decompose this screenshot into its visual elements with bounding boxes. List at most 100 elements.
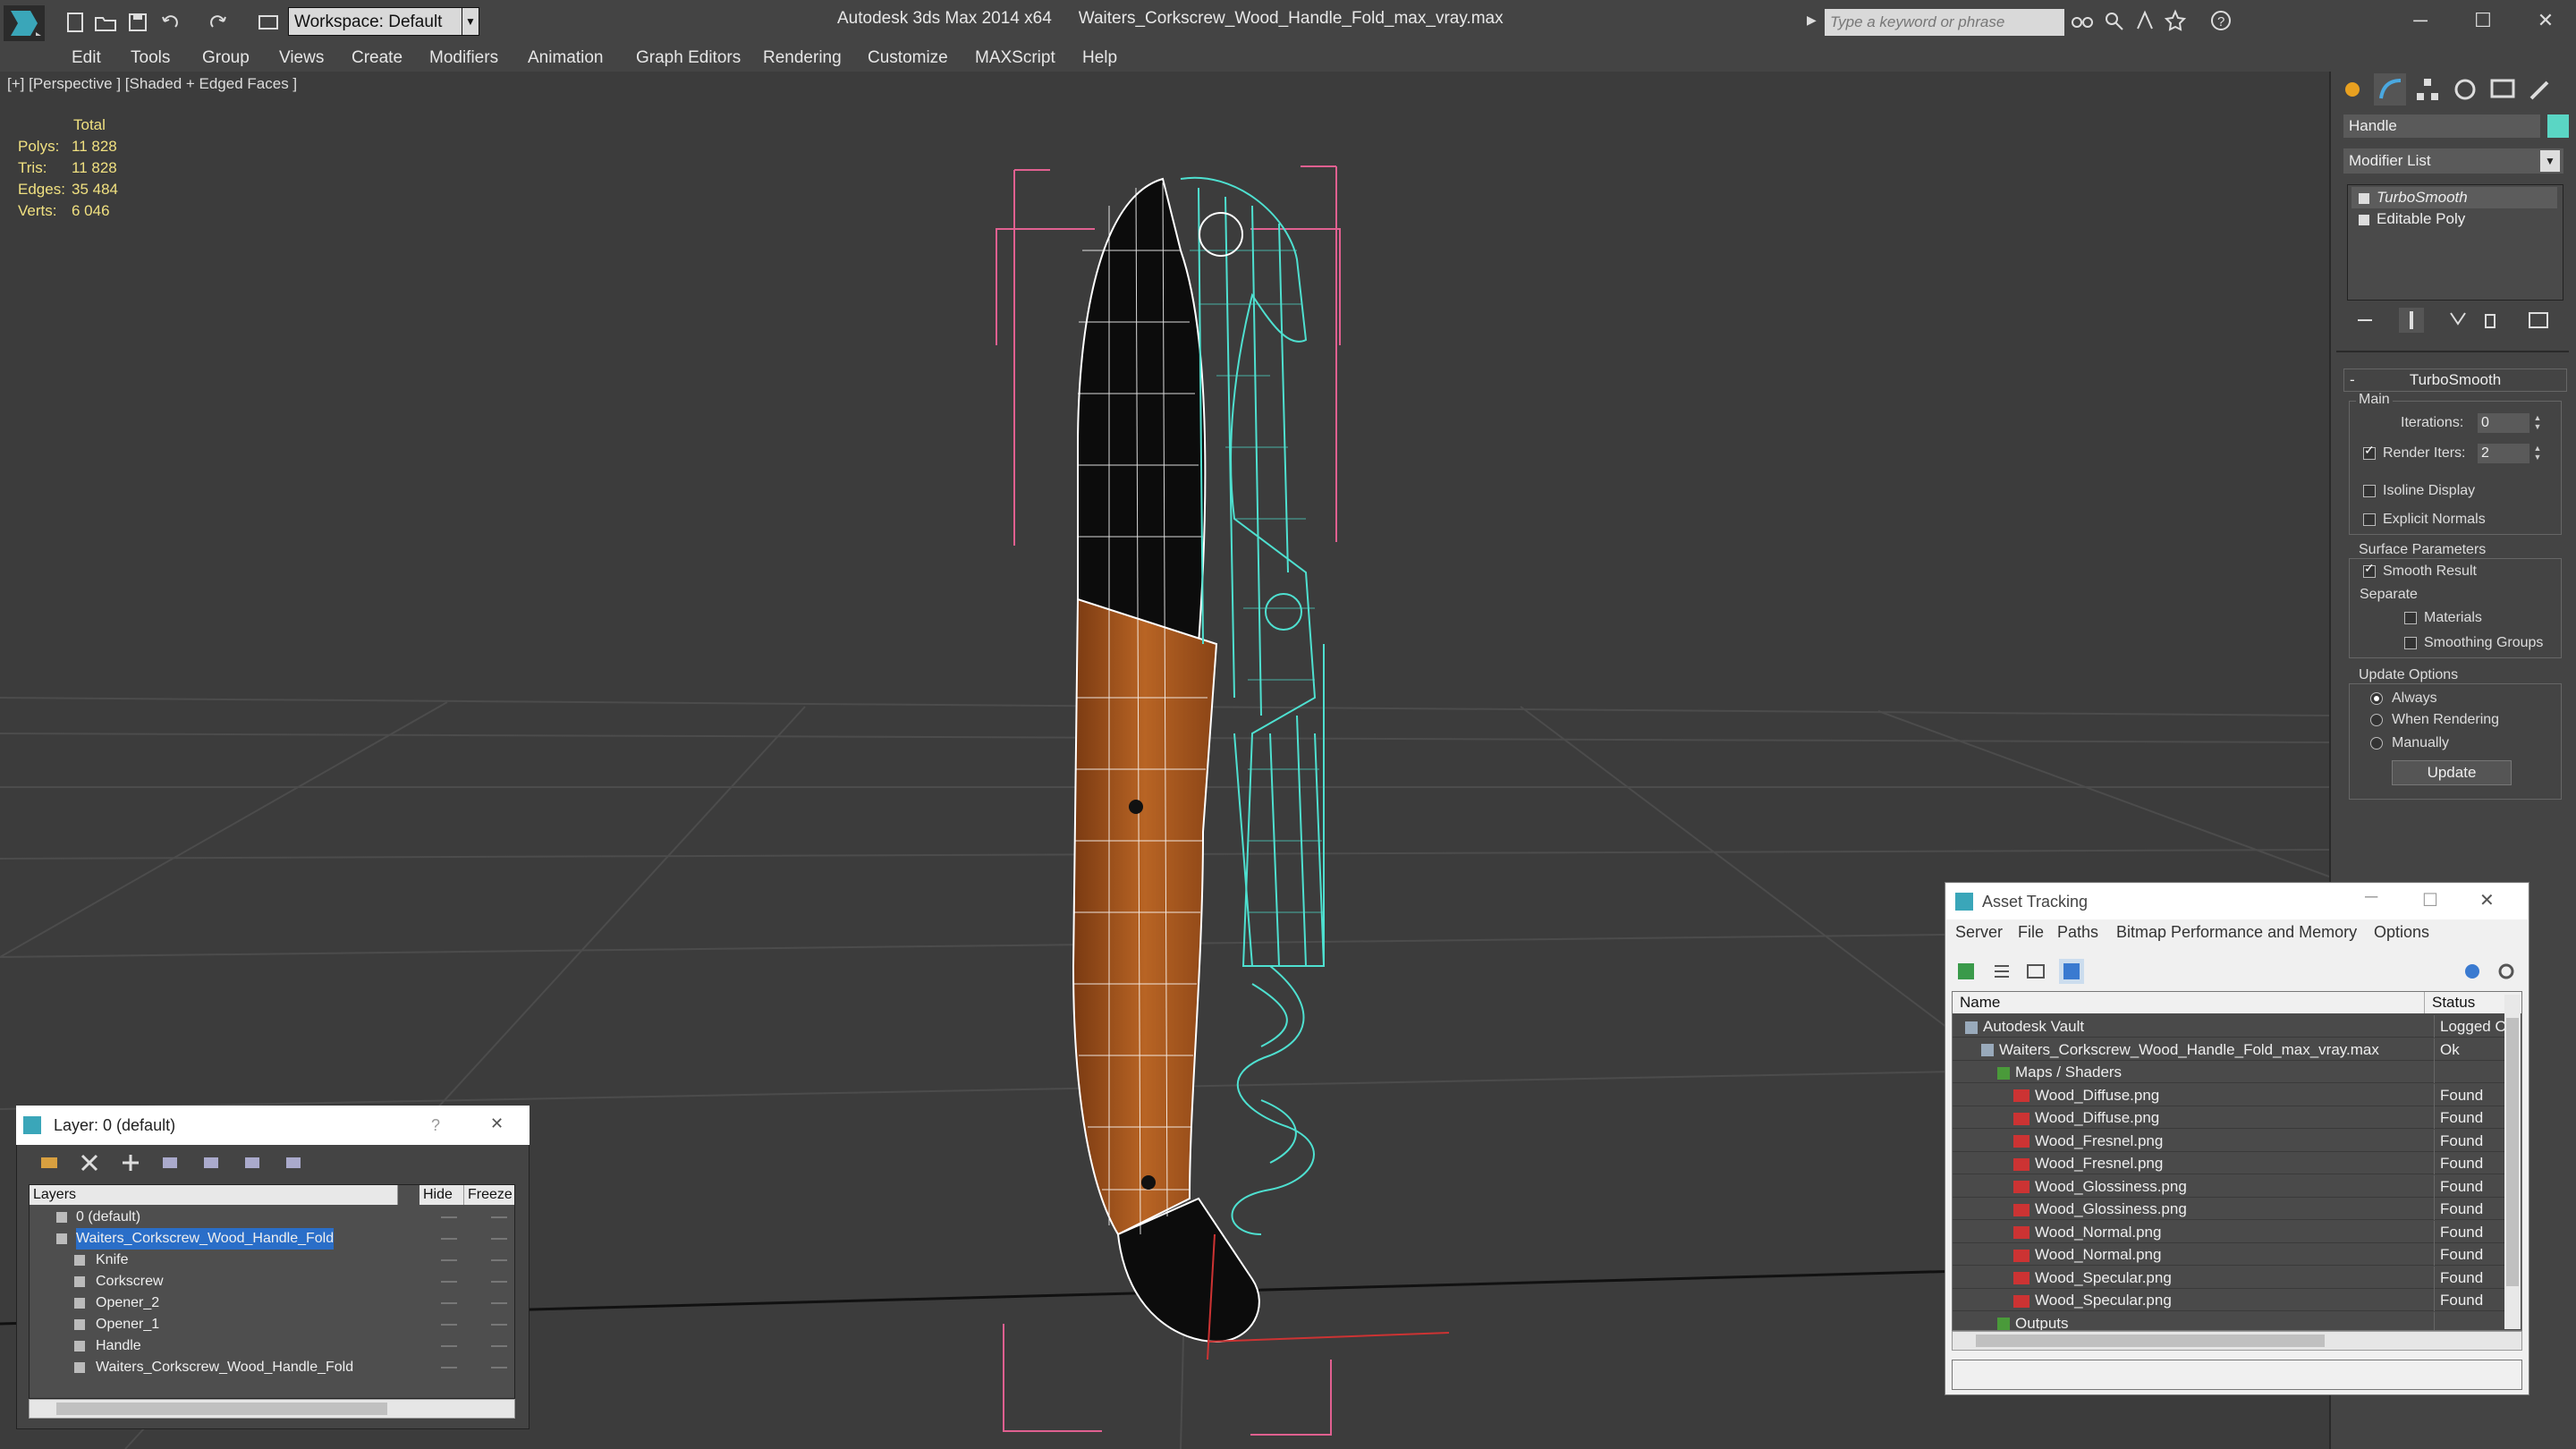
- maximize-icon[interactable]: ☐: [2456, 5, 2510, 36]
- modify-tab-icon[interactable]: [2374, 73, 2406, 106]
- hide-unhide-all-icon[interactable]: [281, 1150, 306, 1175]
- layer-row[interactable]: Corkscrew: [30, 1271, 514, 1292]
- menu-views[interactable]: Views: [279, 48, 324, 68]
- toggle-dash[interactable]: [441, 1216, 457, 1218]
- asset-menu-bitmap-performance[interactable]: Bitmap Performance and Memory: [2116, 923, 2357, 942]
- asset-row[interactable]: Wood_Normal.png Found: [1953, 1243, 2507, 1266]
- asset-row[interactable]: Wood_Glossiness.png Found: [1953, 1198, 2507, 1220]
- layer-row[interactable]: Handle: [30, 1335, 514, 1357]
- pin-stack-icon[interactable]: [2352, 308, 2377, 333]
- object-color-swatch[interactable]: [2547, 114, 2569, 138]
- asset-row[interactable]: Wood_Fresnel.png Found: [1953, 1152, 2507, 1174]
- stack-item-turbosmooth[interactable]: TurboSmooth: [2351, 187, 2557, 208]
- thumbnail-view-icon[interactable]: [2023, 959, 2048, 984]
- asset-row[interactable]: Maps / Shaders: [1953, 1061, 2507, 1083]
- rollout-collapse-icon[interactable]: -: [2350, 369, 2355, 391]
- menu-modifiers[interactable]: Modifiers: [429, 48, 498, 68]
- create-layer-icon[interactable]: [38, 1150, 63, 1175]
- toggle-dash[interactable]: [441, 1302, 457, 1304]
- settings-icon[interactable]: [2494, 959, 2519, 984]
- iterations-spinner[interactable]: 0: [2478, 413, 2529, 433]
- minimize-icon[interactable]: ─: [2394, 5, 2447, 36]
- viewport-label[interactable]: [+] [Perspective ] [Shaded + Edged Faces…: [7, 75, 297, 93]
- search-expand-icon[interactable]: ▶: [1807, 13, 1819, 34]
- toggle-dash[interactable]: [491, 1345, 507, 1347]
- layer-row[interactable]: Waiters_Corkscrew_Wood_Handle_Fold: [30, 1357, 514, 1378]
- remove-modifier-icon[interactable]: [2478, 308, 2503, 333]
- asset-row[interactable]: Wood_Fresnel.png Found: [1953, 1129, 2507, 1152]
- asset-row[interactable]: Wood_Specular.png Found: [1953, 1289, 2507, 1311]
- toggle-dash[interactable]: [441, 1345, 457, 1347]
- menu-graph-editors[interactable]: Graph Editors: [636, 48, 741, 68]
- communication-center-icon[interactable]: [2132, 9, 2157, 32]
- turbosmooth-rollout-header[interactable]: - TurboSmooth: [2343, 369, 2567, 392]
- maximize-icon[interactable]: ☐: [2422, 889, 2438, 911]
- layer-row[interactable]: 0 (default): [30, 1207, 514, 1228]
- save-icon[interactable]: [125, 11, 150, 34]
- toggle-dash[interactable]: [441, 1367, 457, 1368]
- make-unique-icon[interactable]: [2445, 308, 2470, 333]
- menu-rendering[interactable]: Rendering: [763, 48, 842, 68]
- asset-menu-paths[interactable]: Paths: [2057, 923, 2098, 942]
- toggle-dash[interactable]: [491, 1281, 507, 1283]
- delete-layer-icon[interactable]: [77, 1150, 102, 1175]
- asset-row[interactable]: Wood_Diffuse.png Found: [1953, 1106, 2507, 1129]
- list-view-icon[interactable]: [1989, 959, 2014, 984]
- help-icon[interactable]: ?: [431, 1116, 440, 1135]
- layer-horizontal-scrollbar[interactable]: [29, 1399, 515, 1419]
- toggle-dash[interactable]: [491, 1216, 507, 1218]
- asset-row[interactable]: Wood_Normal.png Found: [1953, 1220, 2507, 1243]
- toggle-dash[interactable]: [441, 1281, 457, 1283]
- asset-row[interactable]: Waiters_Corkscrew_Wood_Handle_Fold_max_v…: [1953, 1038, 2507, 1061]
- binoculars-icon[interactable]: [2070, 9, 2095, 32]
- show-end-result-icon[interactable]: [2399, 308, 2424, 333]
- toggle-dash[interactable]: [491, 1302, 507, 1304]
- add-to-layer-icon[interactable]: [118, 1150, 143, 1175]
- menu-edit[interactable]: Edit: [72, 48, 101, 68]
- asset-path-field[interactable]: [1952, 1360, 2522, 1390]
- col-freeze[interactable]: Freeze: [464, 1185, 514, 1205]
- when-rendering-radio[interactable]: [2370, 714, 2383, 726]
- scroll-thumb[interactable]: [1976, 1335, 2325, 1347]
- layer-window-titlebar[interactable]: Layer: 0 (default) ? ✕: [16, 1106, 530, 1145]
- asset-menu-options[interactable]: Options: [2374, 923, 2429, 942]
- redo-icon[interactable]: [206, 11, 231, 34]
- expand-box-icon[interactable]: [2359, 214, 2369, 225]
- help-icon[interactable]: [2460, 959, 2485, 984]
- layer-row[interactable]: Knife: [30, 1250, 514, 1271]
- motion-tab-icon[interactable]: [2449, 73, 2481, 106]
- object-name-field[interactable]: Handle: [2343, 114, 2540, 138]
- materials-checkbox[interactable]: [2404, 612, 2417, 624]
- modifier-list-dropdown[interactable]: Modifier List: [2343, 148, 2563, 174]
- render-iters-spinner[interactable]: 2: [2478, 444, 2529, 463]
- explicit-normals-checkbox[interactable]: [2363, 513, 2376, 526]
- help-icon[interactable]: ?: [2209, 9, 2234, 32]
- project-folder-icon[interactable]: [256, 11, 281, 34]
- subscription-icon[interactable]: [2102, 9, 2127, 32]
- spinner-arrows-icon[interactable]: ▲ ▼: [2531, 444, 2544, 463]
- select-objects-icon[interactable]: [157, 1150, 182, 1175]
- new-file-icon[interactable]: [63, 11, 88, 34]
- menu-group[interactable]: Group: [202, 48, 250, 68]
- workspace-dropdown-arrow-icon[interactable]: ▼: [462, 7, 479, 36]
- scroll-thumb[interactable]: [56, 1402, 387, 1415]
- asset-menu-file[interactable]: File: [2018, 923, 2044, 942]
- manually-radio[interactable]: [2370, 737, 2383, 750]
- utilities-tab-icon[interactable]: [2524, 73, 2556, 106]
- modifier-list-arrow-icon[interactable]: ▼: [2540, 150, 2560, 172]
- toggle-dash[interactable]: [441, 1238, 457, 1240]
- close-icon[interactable]: ✕: [2479, 889, 2495, 911]
- select-layer-icon[interactable]: [199, 1150, 224, 1175]
- menu-maxscript[interactable]: MAXScript: [975, 48, 1055, 68]
- asset-row[interactable]: Wood_Glossiness.png Found: [1953, 1174, 2507, 1198]
- stack-item-editable-poly[interactable]: Editable Poly: [2351, 208, 2557, 230]
- layer-row[interactable]: Waiters_Corkscrew_Wood_Handle_Fold: [30, 1228, 514, 1250]
- layer-row[interactable]: Opener_2: [30, 1292, 514, 1314]
- smoothing-groups-checkbox[interactable]: [2404, 637, 2417, 649]
- asset-window-titlebar[interactable]: Asset Tracking ─ ☐ ✕: [1946, 884, 2528, 919]
- toggle-dash[interactable]: [491, 1238, 507, 1240]
- menu-customize[interactable]: Customize: [868, 48, 948, 68]
- asset-row[interactable]: Wood_Specular.png Found: [1953, 1266, 2507, 1289]
- refresh-icon[interactable]: [1953, 959, 1979, 984]
- asset-row[interactable]: Outputs: [1953, 1311, 2507, 1330]
